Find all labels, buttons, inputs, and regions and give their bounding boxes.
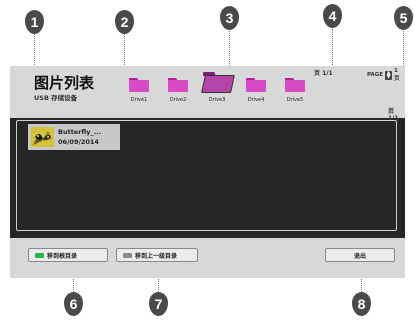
drive-label: Drive1	[130, 97, 148, 103]
file-item[interactable]: Butterfly_... 06/09/2014	[28, 124, 120, 150]
page-nav-suffix: 1 页	[393, 68, 400, 82]
exit-button[interactable]: 退出	[325, 248, 395, 262]
folder-icon	[246, 78, 266, 92]
page-nav-label: PAGE	[367, 72, 384, 78]
folder-icon	[129, 78, 149, 92]
gray-key-icon	[123, 252, 132, 258]
green-key-icon	[35, 252, 44, 258]
callout-8: 8	[352, 292, 371, 316]
drive-4[interactable]: Drive4	[239, 78, 273, 103]
drive-1[interactable]: Drive1	[122, 78, 156, 103]
drive-5[interactable]: Drive5	[278, 78, 312, 103]
drive-label: Drive5	[286, 97, 304, 103]
page-nav[interactable]: PAGE ▲ ▼ 1 页	[367, 68, 405, 82]
callout-1: 1	[25, 10, 44, 34]
file-date: 06/09/2014	[58, 138, 99, 146]
file-name: Butterfly_...	[58, 128, 102, 136]
callout-6: 6	[64, 292, 83, 316]
drive-label: Drive4	[247, 97, 265, 103]
butterfly-thumbnail	[31, 127, 54, 147]
move-to-root-button[interactable]: 移到根目录	[28, 248, 108, 262]
page-arrows-icon[interactable]: ▲ ▼	[385, 70, 392, 80]
callout-5: 5	[394, 6, 413, 30]
drive-label: Drive2	[169, 97, 187, 103]
drive-3[interactable]: Drive3	[200, 72, 235, 103]
page-indicator: 页 1/1	[314, 70, 333, 77]
folder-icon	[285, 78, 305, 92]
callout-7: 7	[149, 292, 168, 316]
move-up-label: 移到上一级目录	[135, 252, 178, 260]
folder-icon	[168, 78, 188, 92]
callout-4: 4	[323, 4, 342, 28]
move-up-button[interactable]: 移到上一级目录	[116, 248, 198, 262]
device-label: USB 存储设备	[34, 94, 78, 102]
page-title: 图片列表	[34, 74, 95, 92]
folder-open-icon	[201, 72, 235, 93]
header-bar: 图片列表 USB 存储设备 Drive1 Drive2 Drive3 Drive…	[10, 66, 405, 122]
exit-label: 退出	[353, 252, 366, 260]
move-to-root-label: 移到根目录	[47, 252, 78, 260]
callout-2: 2	[115, 10, 134, 34]
callout-3: 3	[220, 6, 239, 30]
footer-bar: 移到根目录 移到上一级目录 退出	[10, 238, 405, 278]
drive-label: Drive3	[208, 97, 226, 103]
drive-2[interactable]: Drive2	[161, 78, 195, 103]
photo-list-screen: 图片列表 USB 存储设备 Drive1 Drive2 Drive3 Drive…	[10, 66, 405, 278]
